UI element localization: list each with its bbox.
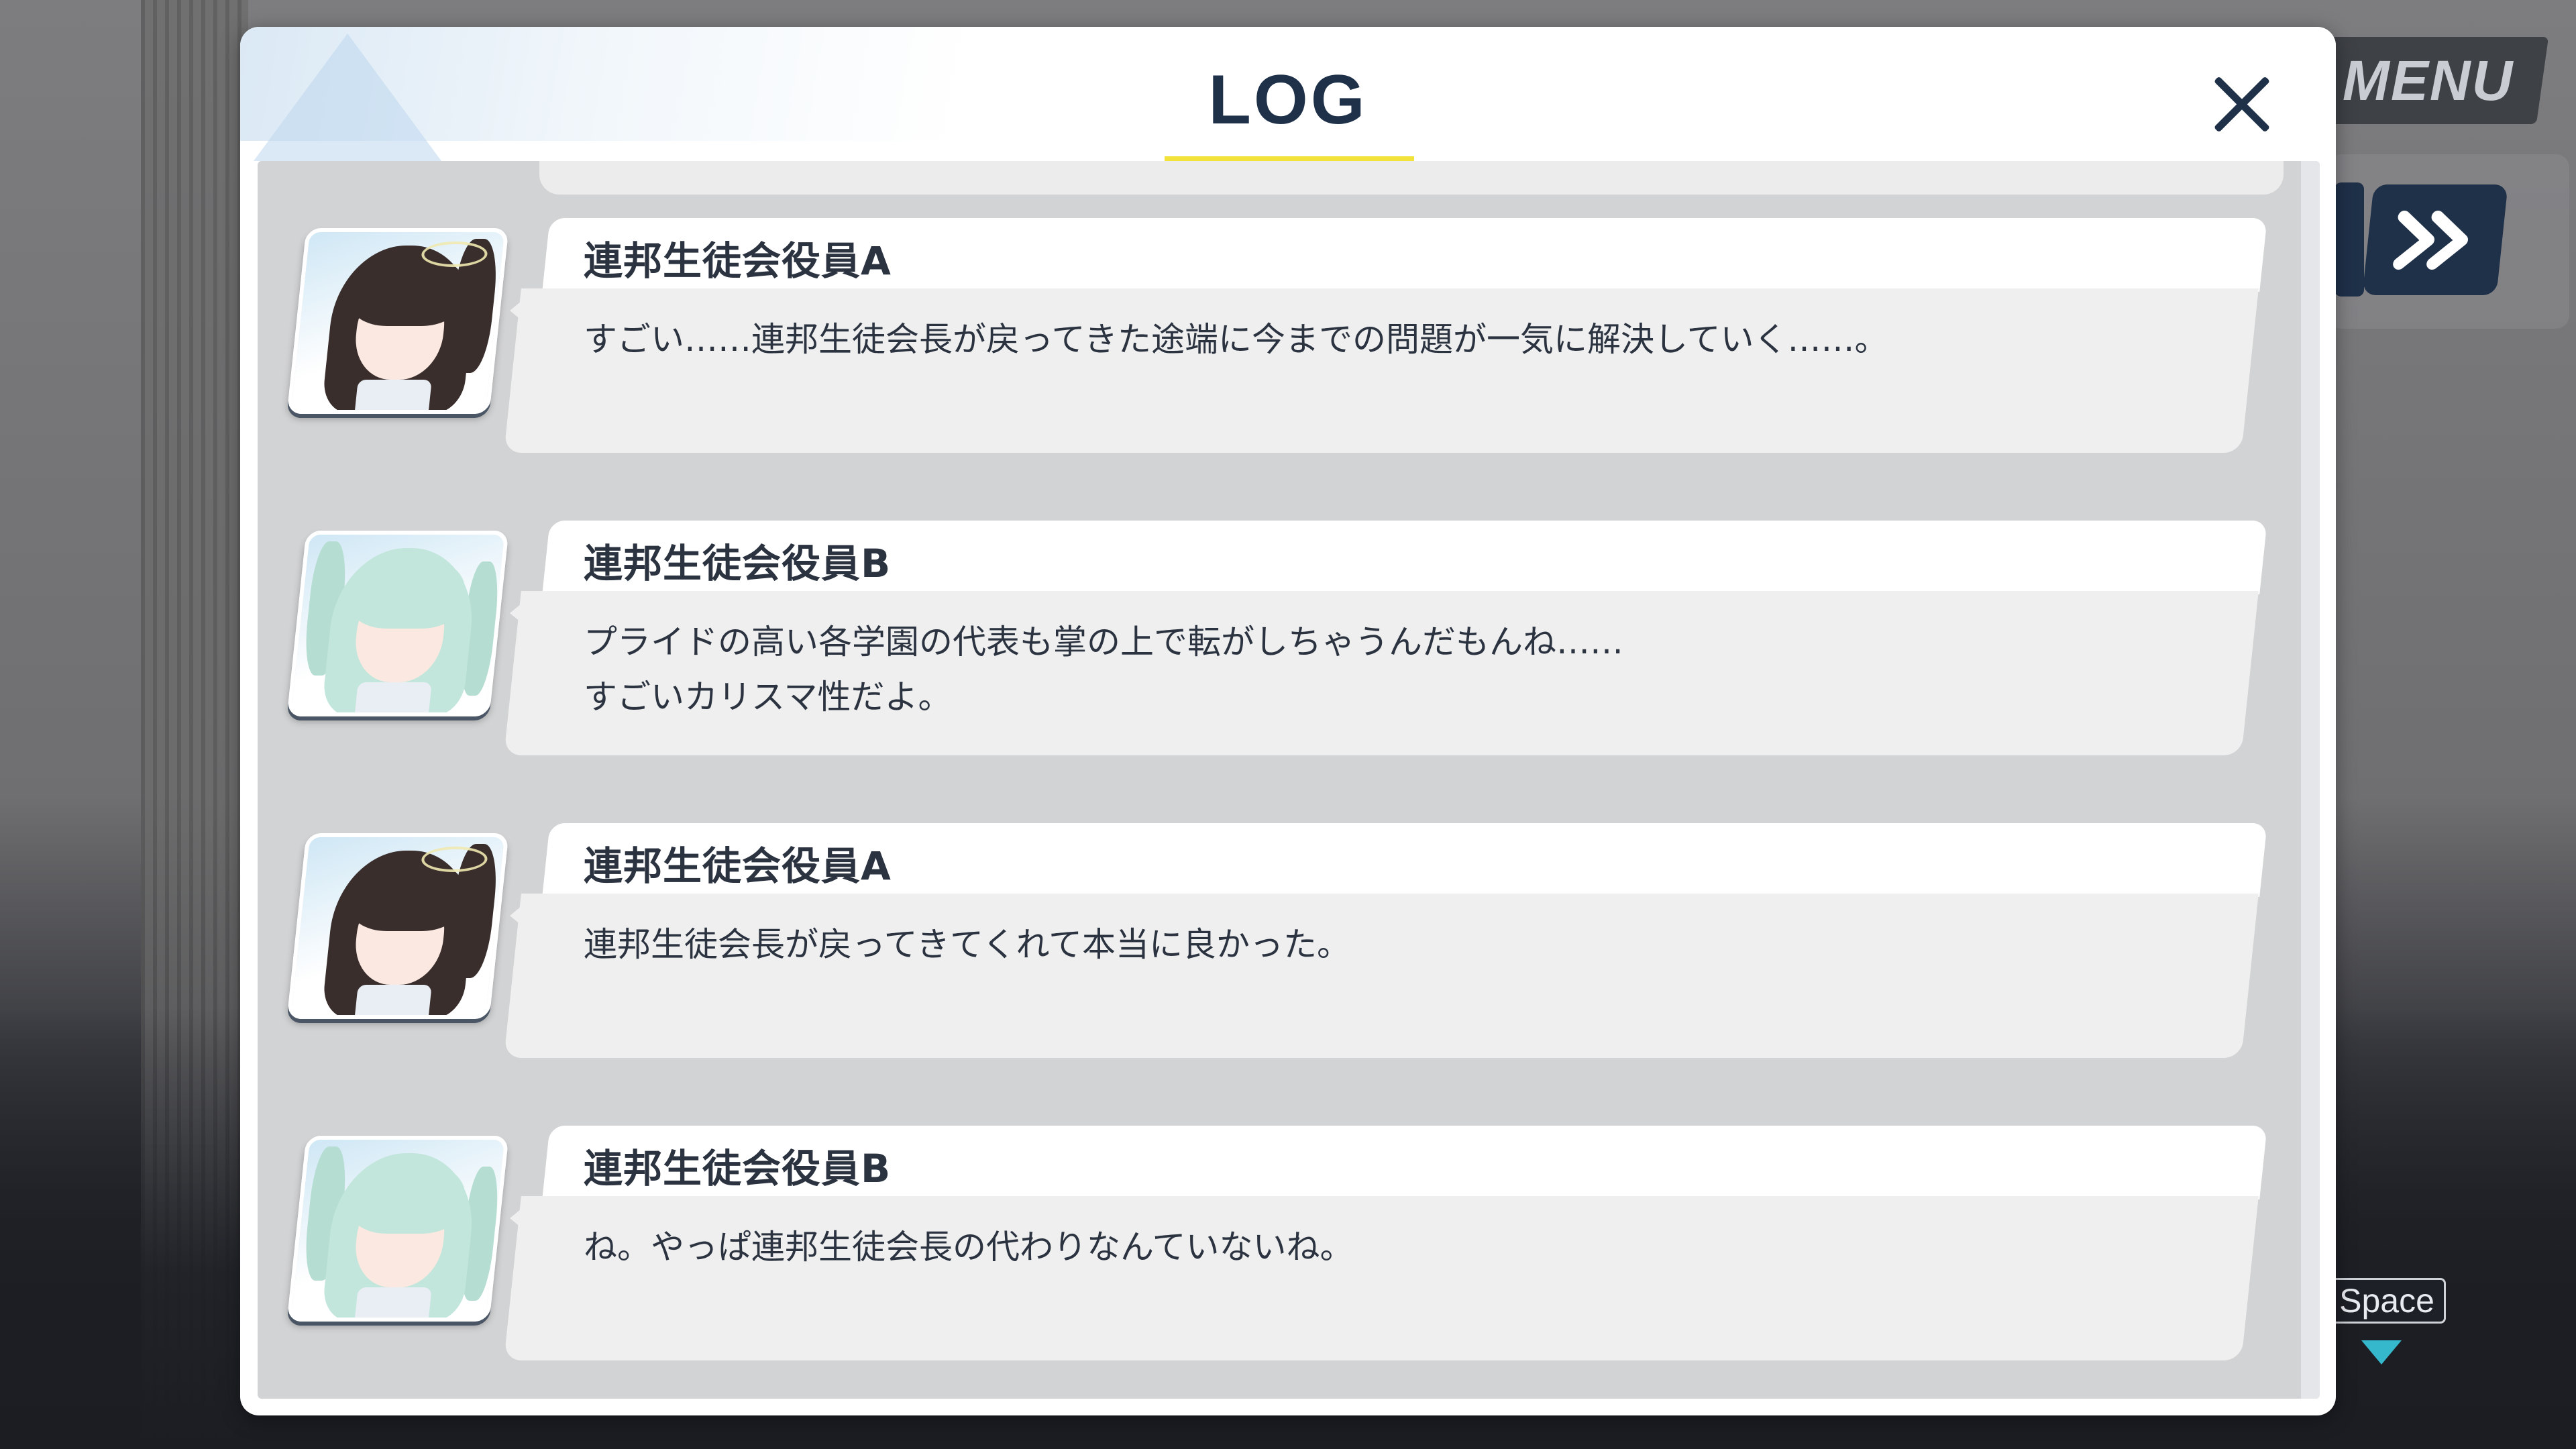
scrollbar-track[interactable] xyxy=(2301,161,2320,1399)
speaker-avatar xyxy=(286,1136,509,1322)
speaker-avatar xyxy=(286,228,509,414)
speaker-name: 連邦生徒会役員B xyxy=(584,1146,892,1191)
log-entry: 連邦生徒会役員A 連邦生徒会長が戻ってきてくれて本当に良かった。 xyxy=(258,793,2320,1078)
space-key-hint: Space xyxy=(2328,1278,2446,1324)
message-pointer xyxy=(510,897,533,934)
log-list[interactable]: 連邦生徒会役員A すごい……連邦生徒会長が戻ってきた途端に今までの問題が一気に解… xyxy=(258,161,2320,1399)
message-pointer xyxy=(510,292,533,329)
skip-button[interactable] xyxy=(2362,184,2508,295)
message-text: プライドの高い各学園の代表も掌の上で転がしちゃうんだもんね…… すごいカリスマ性… xyxy=(584,623,1623,716)
log-window: LOG 連邦生徒会役員A すごい……連邦生徒会長が戻ってきた途端に今までの問題が… xyxy=(240,27,2336,1415)
log-entry: 連邦生徒会役員B ね。やっぱ連邦生徒会長の代わりなんていないね。 xyxy=(258,1095,2320,1381)
space-key-label: Space xyxy=(2339,1282,2434,1320)
speaker-name: 連邦生徒会役員A xyxy=(584,238,892,284)
log-entry: 連邦生徒会役員A すごい……連邦生徒会長が戻ってきた途端に今までの問題が一気に解… xyxy=(258,188,2320,473)
message-pointer xyxy=(510,1199,533,1237)
message-text: すごい……連邦生徒会長が戻ってきた途端に今までの問題が一気に解決していく……。 xyxy=(584,320,1888,359)
log-title: LOG xyxy=(1208,61,1368,139)
log-header: LOG xyxy=(240,27,2336,166)
message-pointer xyxy=(510,594,533,632)
menu-button[interactable]: MENU xyxy=(2308,37,2549,124)
speaker-name: 連邦生徒会役員A xyxy=(584,843,892,889)
message-text: ね。やっぱ連邦生徒会長の代わりなんていないね。 xyxy=(584,1228,1354,1267)
speaker-avatar xyxy=(286,833,509,1019)
menu-button-label: MENU xyxy=(2343,48,2514,112)
fast-forward-icon xyxy=(2393,210,2469,270)
log-entry: 連邦生徒会役員B プライドの高い各学園の代表も掌の上で転がしちゃうんだもんね……… xyxy=(258,490,2320,775)
speaker-avatar xyxy=(286,531,509,716)
auto-button[interactable] xyxy=(2334,182,2364,297)
down-arrow-icon xyxy=(2361,1340,2402,1364)
close-icon[interactable] xyxy=(2208,70,2275,138)
message-text: 連邦生徒会長が戻ってきてくれて本当に良かった。 xyxy=(584,925,1350,964)
speaker-name: 連邦生徒会役員B xyxy=(584,541,892,586)
